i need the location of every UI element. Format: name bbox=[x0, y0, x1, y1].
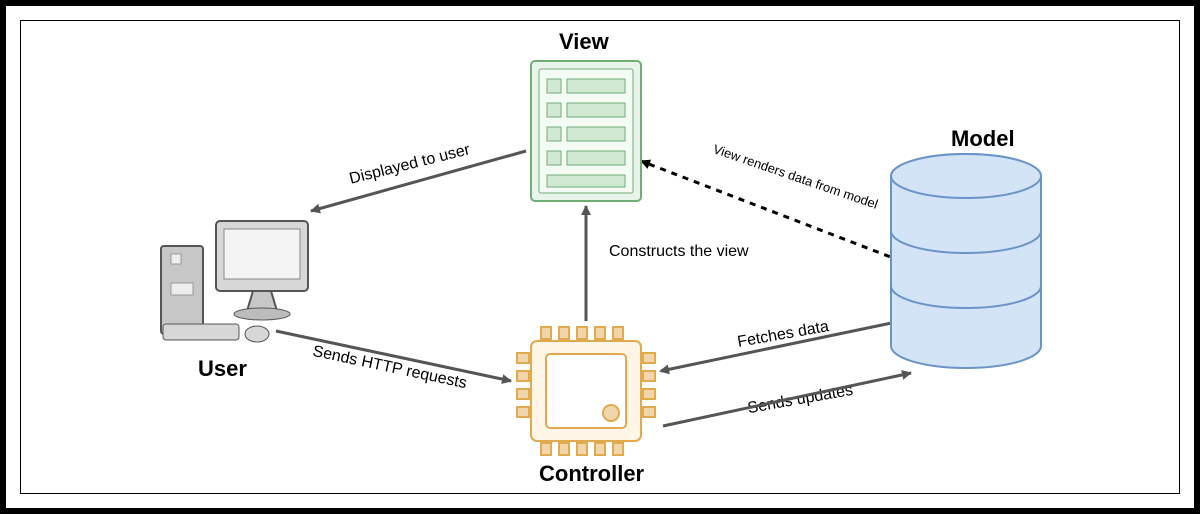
arrow-user-to-controller bbox=[276, 331, 511, 381]
arrow-model-to-view bbox=[641, 161, 901, 261]
arrow-fetches-data bbox=[661, 321, 901, 371]
arrow-view-to-user bbox=[311, 151, 526, 211]
diagram-frame: View Model User Controller Displayed to … bbox=[0, 0, 1200, 514]
diagram-canvas: View Model User Controller Displayed to … bbox=[20, 20, 1180, 494]
user-icon bbox=[161, 221, 308, 342]
view-icon bbox=[531, 61, 641, 201]
controller-icon bbox=[517, 327, 655, 455]
arrow-sends-updates bbox=[663, 373, 911, 426]
model-icon bbox=[891, 154, 1041, 368]
